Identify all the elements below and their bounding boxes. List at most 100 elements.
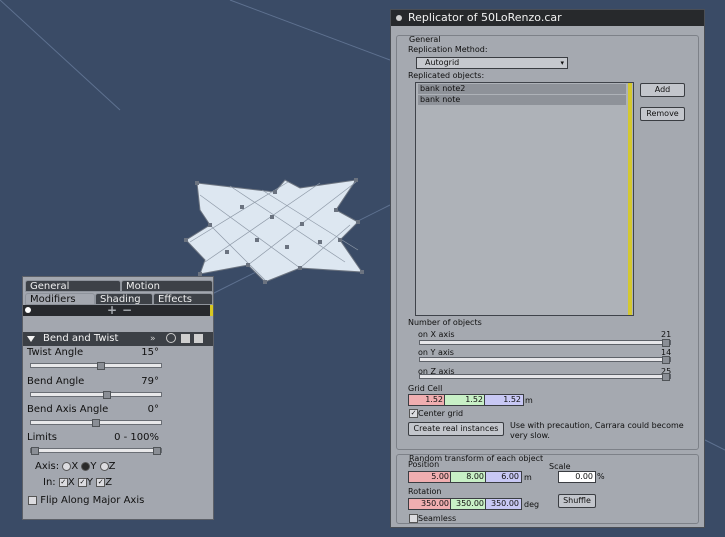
position-label: Position xyxy=(408,460,440,469)
twist-angle-slider[interactable] xyxy=(30,362,162,370)
center-grid-checkbox[interactable]: ✓ xyxy=(409,409,418,418)
dialog-title-bar[interactable]: Replicator of 50LoRenzo.car xyxy=(391,10,704,26)
window-menu-icon[interactable] xyxy=(396,15,402,21)
section-title: Bend and Twist xyxy=(43,333,119,344)
rotation-x-field[interactable]: 350.00 xyxy=(408,498,452,510)
grid-line xyxy=(0,0,121,111)
rotation-z-field[interactable]: 350.00 xyxy=(485,498,522,510)
collapse-triangle-icon[interactable] xyxy=(27,336,35,342)
limits-slider[interactable] xyxy=(30,447,162,455)
z-axis-slider[interactable] xyxy=(419,373,671,381)
replicated-objects-list[interactable]: bank note2 bank note xyxy=(415,82,634,316)
tab-row-1: General Motion xyxy=(23,280,213,293)
slider-knob[interactable] xyxy=(97,362,105,370)
axis-z-label: Z xyxy=(108,461,116,472)
y-axis-slider[interactable] xyxy=(419,356,671,364)
scale-label: Scale xyxy=(549,462,571,471)
limits-high-knob[interactable] xyxy=(153,447,161,455)
tab-motion[interactable]: Motion xyxy=(121,280,213,292)
bend-axis-angle-label: Bend Axis Angle xyxy=(27,404,109,415)
y-axis-label: on Y axis xyxy=(418,348,454,357)
bend-twist-header[interactable]: Bend and Twist » xyxy=(23,332,213,346)
flip-checkbox[interactable] xyxy=(28,495,37,505)
x-axis-slider[interactable] xyxy=(419,339,671,347)
bend-angle-label: Bend Angle xyxy=(27,376,85,387)
twist-angle-value[interactable]: 15° xyxy=(141,347,159,358)
grid-cell-y-field[interactable]: 1.52 xyxy=(444,394,486,406)
scale-field[interactable]: 0.00 xyxy=(558,471,596,483)
in-x-checkbox[interactable]: ✓ xyxy=(58,477,68,487)
tab-modifiers[interactable]: Modifiers xyxy=(25,293,95,305)
general-label: General xyxy=(409,35,441,44)
add-modifier-icon[interactable]: + xyxy=(107,303,117,317)
dialog-title: Replicator of 50LoRenzo.car xyxy=(408,11,562,24)
replicator-dialog: Replicator of 50LoRenzo.car General Repl… xyxy=(390,9,705,528)
slider-knob[interactable] xyxy=(662,339,670,347)
chevron-down-icon: ▾ xyxy=(560,59,564,67)
bend-angle-value[interactable]: 79° xyxy=(141,376,159,387)
bent-plane-object[interactable] xyxy=(184,178,364,284)
method-label: Replication Method: xyxy=(408,45,488,54)
seamless-checkbox[interactable] xyxy=(409,514,418,523)
method-value: Autogrid xyxy=(425,58,460,67)
chevron-down-icon[interactable]: » xyxy=(150,332,156,346)
tab-general[interactable]: General xyxy=(25,280,121,292)
modifier-dot-icon[interactable] xyxy=(25,307,31,313)
in-row: In: ✓ X ✓ Y ✓ Z xyxy=(43,477,112,488)
slider-knob[interactable] xyxy=(103,391,111,399)
position-x-field[interactable]: 5.00 xyxy=(408,471,452,483)
position-z-field[interactable]: 6.00 xyxy=(485,471,522,483)
rotation-unit: deg xyxy=(524,500,540,509)
slider-knob[interactable] xyxy=(92,419,100,427)
load-preset-icon[interactable] xyxy=(194,334,203,343)
create-warning-text: Use with precaution, Carrara could becom… xyxy=(510,421,684,440)
bend-axis-angle-value[interactable]: 0° xyxy=(148,404,159,415)
shuffle-button[interactable]: Shuffle xyxy=(558,494,596,508)
number-of-objects-label: Number of objects xyxy=(408,318,482,327)
remove-button[interactable]: Remove xyxy=(640,107,685,121)
scale-unit: % xyxy=(597,472,605,481)
position-y-field[interactable]: 8.00 xyxy=(450,471,487,483)
position-unit: m xyxy=(524,473,532,482)
properties-panel: General Motion Modifiers Shading Effects… xyxy=(22,276,214,520)
axis-y-label: Y xyxy=(90,461,97,472)
remove-modifier-icon[interactable]: − xyxy=(122,303,132,317)
in-z-checkbox[interactable]: ✓ xyxy=(96,477,106,487)
rotation-y-field[interactable]: 350.00 xyxy=(450,498,487,510)
slider-knob[interactable] xyxy=(662,356,670,364)
list-item[interactable]: bank note2 xyxy=(418,84,626,94)
in-y-checkbox[interactable]: ✓ xyxy=(77,477,87,487)
grid-cell-x-field[interactable]: 1.52 xyxy=(408,394,446,406)
x-axis-value[interactable]: 21 xyxy=(661,330,671,339)
list-scrollbar[interactable] xyxy=(628,83,632,315)
gear-icon[interactable] xyxy=(166,333,176,343)
save-preset-icon[interactable] xyxy=(181,334,190,343)
scrollbar[interactable] xyxy=(210,305,213,316)
axis-row: Axis: X Y Z xyxy=(35,461,116,472)
seamless-label: Seamless xyxy=(418,514,457,523)
list-item[interactable]: bank note xyxy=(418,95,626,105)
limits-low-knob[interactable] xyxy=(31,447,39,455)
grid-line xyxy=(704,439,725,451)
grid-cell-label: Grid Cell xyxy=(408,384,443,393)
add-button[interactable]: Add xyxy=(640,83,685,97)
grid-cell-z-field[interactable]: 1.52 xyxy=(484,394,524,406)
axis-y-radio[interactable] xyxy=(81,461,91,471)
grid-line xyxy=(229,0,391,61)
flip-label: Flip Along Major Axis xyxy=(40,495,145,506)
x-axis-label: on X axis xyxy=(418,330,455,339)
bend-axis-angle-slider[interactable] xyxy=(30,419,162,427)
axis-x-label: X xyxy=(71,461,79,472)
tab-effects[interactable]: Effects xyxy=(153,293,213,305)
modifier-strip: + − xyxy=(23,303,213,317)
axis-z-radio[interactable] xyxy=(99,461,109,471)
in-y-label: Y xyxy=(86,477,93,488)
axis-label: Axis: xyxy=(35,461,60,472)
create-real-instances-button[interactable]: Create real instances xyxy=(408,422,504,436)
in-x-label: X xyxy=(67,477,75,488)
method-dropdown[interactable]: Autogrid ▾ xyxy=(416,57,568,69)
bend-angle-slider[interactable] xyxy=(30,391,162,399)
limits-value[interactable]: 0 - 100% xyxy=(114,432,159,443)
slider-knob[interactable] xyxy=(662,373,670,381)
axis-x-radio[interactable] xyxy=(62,461,72,471)
